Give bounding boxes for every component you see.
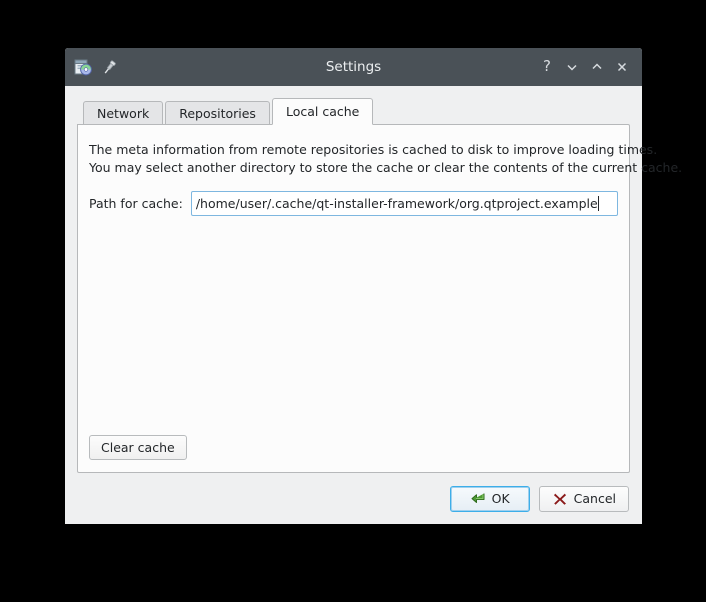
cache-description: The meta information from remote reposit… (89, 141, 683, 177)
path-for-cache-input[interactable]: /home/user/.cache/qt-installer-framework… (190, 190, 618, 216)
cache-description-line-2: You may select another directory to stor… (89, 159, 683, 175)
dialog-footer: OK Cancel (65, 473, 642, 524)
installer-package-icon[interactable] (73, 57, 93, 77)
close-x-icon (617, 62, 627, 72)
text-cursor (597, 195, 599, 211)
panel-spacer (89, 216, 618, 436)
desktop-background: Settings ? Network Repositories Local ca… (0, 0, 706, 602)
minimize-button[interactable] (561, 56, 583, 78)
cancel-button[interactable]: Cancel (538, 485, 629, 512)
window-titlebar[interactable]: Settings ? (65, 48, 642, 86)
clear-cache-button[interactable]: Clear cache (89, 435, 187, 460)
local-cache-panel: The meta information from remote reposit… (77, 124, 683, 473)
tab-network[interactable]: Network (83, 101, 164, 125)
ok-button[interactable]: OK (449, 485, 530, 512)
cancel-button-label: Cancel (573, 491, 616, 506)
path-for-cache-label: Path for cache: (89, 195, 183, 211)
dialog-body: Network Repositories Local cache The met… (65, 86, 683, 473)
close-button[interactable] (611, 56, 633, 78)
path-for-cache-value: /home/user/.cache/qt-installer-framework… (195, 195, 598, 211)
tab-repositories[interactable]: Repositories (165, 101, 270, 125)
tab-network-label: Network (97, 105, 150, 121)
titlebar-left-group (65, 57, 118, 77)
settings-tabbar: Network Repositories Local cache (77, 98, 630, 125)
cache-description-line-1: The meta information from remote reposit… (89, 142, 658, 157)
ok-button-label: OK (491, 491, 510, 506)
maximize-button[interactable] (586, 56, 608, 78)
pin-icon[interactable] (101, 59, 118, 76)
green-enter-arrow-icon (470, 491, 486, 507)
settings-dialog: Settings ? Network Repositories Local ca… (65, 48, 683, 524)
window-controls: ? (536, 56, 642, 78)
tab-repositories-label: Repositories (179, 105, 256, 121)
tab-local-cache[interactable]: Local cache (271, 98, 374, 125)
tab-local-cache-label: Local cache (285, 104, 360, 119)
chevron-up-icon (592, 63, 602, 70)
red-x-icon (552, 491, 568, 507)
help-button[interactable]: ? (536, 56, 558, 78)
question-mark-icon: ? (543, 57, 551, 75)
path-for-cache-row: Path for cache: /home/user/.cache/qt-ins… (89, 190, 618, 216)
chevron-down-icon (567, 64, 577, 71)
